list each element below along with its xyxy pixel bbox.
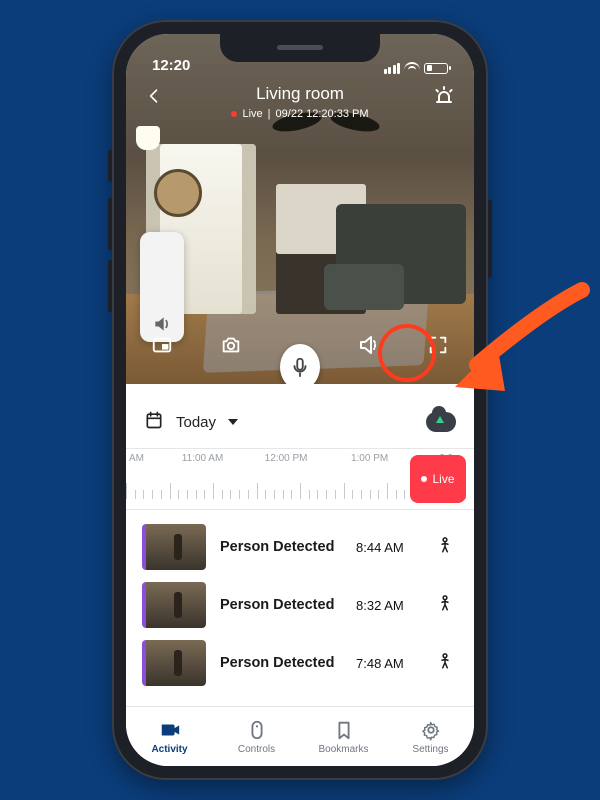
camera-header: Living room Live | 09/22 12:20:33 PM — [126, 84, 474, 122]
tab-bookmarks[interactable]: Bookmarks — [300, 707, 387, 766]
tab-label: Controls — [238, 744, 275, 755]
person-icon — [436, 652, 458, 675]
event-title: Person Detected — [220, 655, 342, 671]
speaker-mute-button[interactable] — [349, 333, 389, 357]
snapshot-button[interactable] — [211, 334, 251, 356]
event-thumbnail — [142, 582, 206, 628]
event-title: Person Detected — [220, 597, 342, 613]
wifi-icon — [404, 62, 420, 74]
siren-button[interactable] — [432, 84, 456, 113]
back-button[interactable] — [144, 86, 164, 111]
fullscreen-button[interactable] — [418, 334, 458, 356]
volume-down-button — [108, 260, 112, 312]
pip-button[interactable] — [142, 334, 182, 356]
camera-icon — [159, 719, 181, 741]
cloud-button[interactable] — [426, 412, 456, 432]
phone-frame: 12:20 Living room Live | 09/22 12: — [112, 20, 488, 780]
event-title: Person Detected — [220, 539, 342, 555]
date-label[interactable]: Today — [176, 414, 216, 431]
tab-settings[interactable]: Settings — [387, 707, 474, 766]
live-dot-icon — [421, 476, 427, 482]
event-thumbnail — [142, 640, 206, 686]
event-row[interactable]: Person Detected 7:48 AM — [140, 634, 460, 692]
timeline-label: AM — [129, 453, 144, 464]
cellular-icon — [384, 63, 401, 74]
event-time: 8:44 AM — [356, 540, 422, 555]
timeline-label: 12:00 PM — [265, 453, 308, 464]
notch — [220, 34, 380, 62]
camera-timestamp: 09/22 12:20:33 PM — [276, 108, 369, 120]
live-dot-icon — [231, 111, 237, 117]
speaker-icon — [357, 333, 381, 357]
timeline-label: 11:00 AM — [182, 453, 224, 464]
event-list: Person Detected 8:44 AM Person Detected … — [140, 518, 460, 692]
date-selector-row: Today — [140, 410, 460, 444]
camera-subtitle: Live | 09/22 12:20:33 PM — [231, 108, 368, 120]
tab-bar: Activity Controls Bookmarks Settings — [126, 706, 474, 766]
go-live-button[interactable]: Live — [410, 455, 466, 503]
gear-icon — [420, 719, 442, 741]
microphone-button[interactable] — [280, 344, 320, 384]
bookmark-icon — [333, 719, 355, 741]
event-time: 8:32 AM — [356, 598, 422, 613]
tab-activity[interactable]: Activity — [126, 707, 213, 766]
activity-panel: Today AM 11:00 AM 12:00 PM 1:00 PM 2:0 L… — [126, 384, 474, 706]
event-row[interactable]: Person Detected 8:32 AM — [140, 576, 460, 634]
event-time: 7:48 AM — [356, 656, 422, 671]
tab-label: Bookmarks — [318, 744, 368, 755]
tab-label: Settings — [412, 744, 448, 755]
camera-controls — [126, 322, 474, 368]
live-prefix: Live — [242, 108, 262, 120]
mouse-icon — [246, 719, 268, 741]
event-row[interactable]: Person Detected 8:44 AM — [140, 518, 460, 576]
chevron-down-icon[interactable] — [228, 419, 238, 425]
volume-up-button — [108, 198, 112, 250]
power-button — [488, 200, 492, 278]
tab-controls[interactable]: Controls — [213, 707, 300, 766]
battery-icon — [424, 63, 448, 74]
person-icon — [436, 536, 458, 559]
mute-switch — [108, 150, 112, 182]
screen: 12:20 Living room Live | 09/22 12: — [126, 34, 474, 766]
camera-title: Living room — [126, 84, 474, 104]
calendar-button[interactable] — [144, 410, 164, 434]
clock: 12:20 — [152, 57, 190, 74]
timeline-label: 1:00 PM — [351, 453, 388, 464]
event-thumbnail — [142, 524, 206, 570]
person-icon — [436, 594, 458, 617]
tab-label: Activity — [151, 744, 187, 755]
camera-live-view[interactable]: 12:20 Living room Live | 09/22 12: — [126, 34, 474, 384]
timeline[interactable]: AM 11:00 AM 12:00 PM 1:00 PM 2:0 Live — [126, 448, 474, 510]
